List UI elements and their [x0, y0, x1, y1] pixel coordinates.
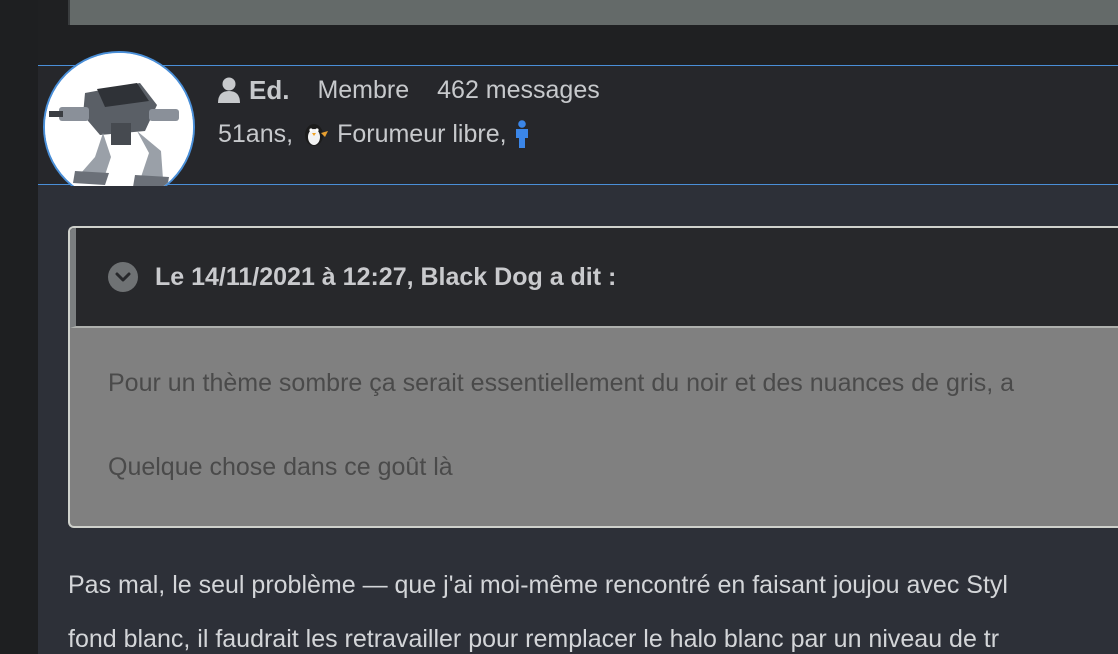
author-age: 51ans,	[218, 119, 294, 148]
author-name[interactable]: Ed.	[249, 75, 289, 106]
male-person-icon	[515, 120, 528, 148]
author-details-line: 51ans, Forumeur libre,	[218, 118, 531, 150]
previous-post-edge	[68, 0, 70, 25]
post-line: Pas mal, le seul problème — que j'ai moi…	[68, 571, 1008, 599]
user-icon	[218, 77, 240, 103]
author-tagline: Forumeur libre,	[337, 119, 507, 148]
post-line: fond blanc, il faudrait les retravailler…	[68, 625, 1000, 653]
author-message-count[interactable]: 462 messages	[437, 76, 600, 105]
avatar[interactable]	[43, 51, 195, 203]
quote-body: Pour un thème sombre ça serait essentiel…	[108, 362, 1015, 526]
author-role: Membre	[317, 75, 410, 104]
quote-block: Le 14/11/2021 à 12:27, Black Dog a dit :…	[68, 226, 1118, 528]
chevron-down-icon[interactable]	[108, 262, 138, 292]
quote-line: Pour un thème sombre ça serait essentiel…	[108, 369, 1015, 397]
quote-line: Quelque chose dans ce goût là	[108, 453, 453, 481]
author-info-line: Ed. Membre 462 messages	[218, 74, 600, 106]
quote-header[interactable]: Le 14/11/2021 à 12:27, Black Dog a dit :	[70, 228, 1118, 328]
post-body: Pas mal, le seul problème — que j'ai moi…	[68, 562, 1008, 654]
tux-penguin-icon	[305, 124, 329, 146]
quote-title: Le 14/11/2021 à 12:27, Black Dog a dit :	[155, 262, 617, 291]
left-gutter	[0, 0, 38, 654]
avatar-overflow-mask	[38, 186, 208, 216]
previous-post-footer	[68, 0, 1118, 25]
robot-avatar-icon	[45, 53, 193, 201]
